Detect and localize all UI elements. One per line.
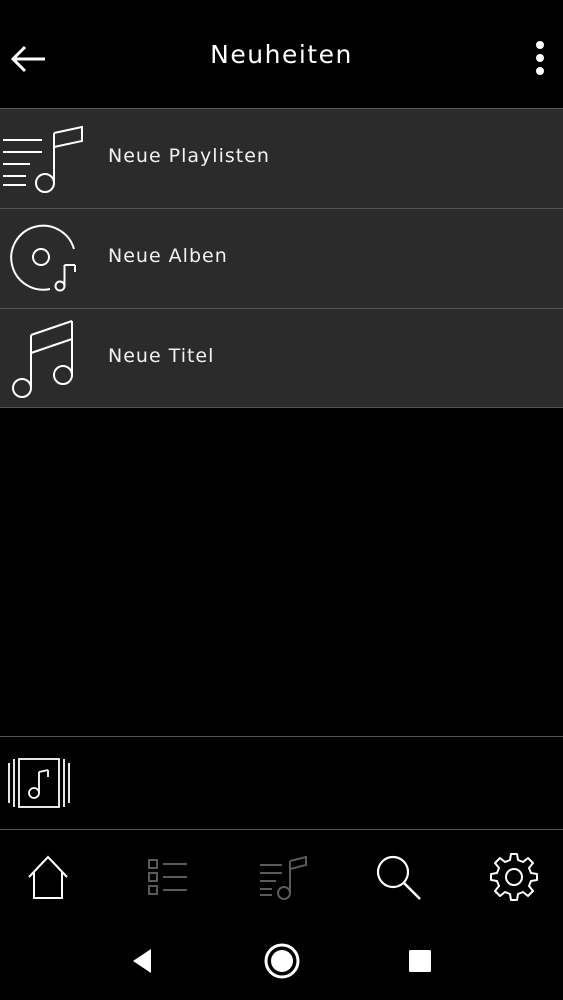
- system-recents-button[interactable]: [400, 941, 440, 981]
- gear-icon: [490, 853, 538, 901]
- now-playing-icon: [260, 855, 307, 900]
- mini-player-bar: [0, 736, 563, 830]
- more-options-button[interactable]: [522, 36, 558, 80]
- nav-search[interactable]: [370, 849, 426, 905]
- system-home-button[interactable]: [262, 941, 302, 981]
- bottom-navigation: [0, 831, 563, 923]
- album-disc-icon: [10, 224, 76, 292]
- list-item-new-playlists[interactable]: Neue Playlisten: [0, 108, 563, 208]
- app-header: Neuheiten: [0, 0, 563, 108]
- nav-queue[interactable]: [137, 849, 193, 905]
- system-navigation-bar: [0, 923, 563, 1000]
- triangle-back-icon: [133, 949, 151, 973]
- square-recents-icon: [409, 950, 431, 972]
- search-icon: [376, 855, 421, 900]
- list-item-new-tracks[interactable]: Neue Titel: [0, 308, 563, 408]
- list-item-label: Neue Alben: [108, 245, 228, 267]
- page-title: Neuheiten: [210, 40, 353, 69]
- nav-now-playing[interactable]: [254, 849, 310, 905]
- nav-settings[interactable]: [486, 849, 542, 905]
- new-content-list: Neue Playlisten Neue Alben Neue Titel: [0, 108, 563, 408]
- nav-home[interactable]: [20, 849, 76, 905]
- music-notes-icon: [12, 320, 73, 398]
- list-item-label: Neue Titel: [108, 345, 215, 367]
- more-vertical-icon: [536, 41, 544, 75]
- playlist-icon: [3, 125, 83, 193]
- queue-list-icon: [148, 859, 187, 895]
- list-item-label: Neue Playlisten: [108, 145, 270, 167]
- music-note-frame-icon[interactable]: [6, 757, 72, 809]
- home-icon: [28, 855, 68, 899]
- circle-home-icon: [264, 943, 300, 979]
- list-item-new-albums[interactable]: Neue Alben: [0, 208, 563, 308]
- system-back-button[interactable]: [121, 941, 161, 981]
